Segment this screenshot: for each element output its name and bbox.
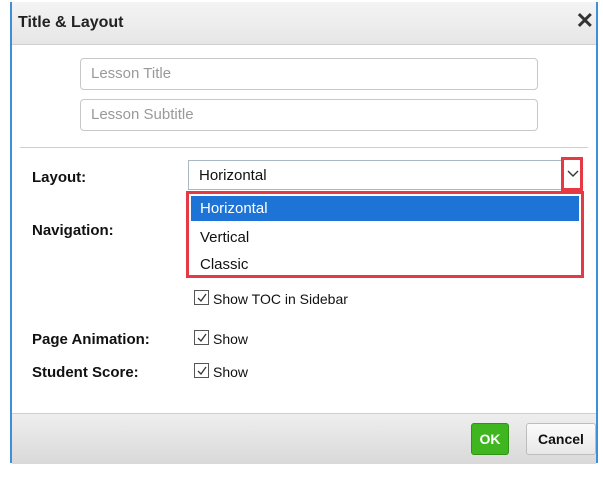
check-icon <box>197 333 207 343</box>
lesson-subtitle-input[interactable]: Lesson Subtitle <box>80 99 538 131</box>
toc-checkbox-label: Show TOC in Sidebar <box>213 291 348 307</box>
layout-dropdown-toggle[interactable] <box>561 157 583 191</box>
check-icon <box>197 293 207 303</box>
dialog-footer: OK Cancel <box>12 413 596 464</box>
dialog-title: Title & Layout <box>18 14 124 31</box>
layout-select[interactable]: Horizontal <box>188 160 582 190</box>
navigation-label: Navigation: <box>32 222 114 239</box>
lesson-subtitle-placeholder: Lesson Subtitle <box>91 106 194 123</box>
layout-selected-value: Horizontal <box>199 167 267 184</box>
dialog-titlebar: Title & Layout ✕ <box>12 2 596 45</box>
toc-checkbox[interactable] <box>194 290 209 305</box>
cancel-button[interactable]: Cancel <box>526 423 596 455</box>
layout-label: Layout: <box>32 169 87 186</box>
student-score-checkbox-label: Show <box>213 364 249 380</box>
layout-option-vertical[interactable]: Vertical <box>191 225 579 250</box>
lesson-title-placeholder: Lesson Title <box>91 65 172 82</box>
layout-option-horizontal[interactable]: Horizontal <box>191 196 579 221</box>
layout-dropdown-list: Horizontal Vertical Classic <box>186 191 584 278</box>
student-score-label: Student Score: <box>32 364 139 381</box>
divider <box>20 147 588 148</box>
close-icon[interactable]: ✕ <box>576 10 594 32</box>
student-score-checkbox[interactable] <box>194 363 209 378</box>
page-animation-label: Page Animation: <box>32 331 150 348</box>
page-animation-checkbox[interactable] <box>194 330 209 345</box>
chevron-down-icon <box>567 170 579 177</box>
layout-option-classic[interactable]: Classic <box>191 252 579 277</box>
ok-button[interactable]: OK <box>471 423 509 455</box>
title-layout-dialog: Title & Layout ✕ Lesson Title Lesson Sub… <box>10 2 598 464</box>
lesson-title-input[interactable]: Lesson Title <box>80 58 538 90</box>
check-icon <box>197 366 207 376</box>
page-animation-checkbox-label: Show <box>213 331 249 347</box>
